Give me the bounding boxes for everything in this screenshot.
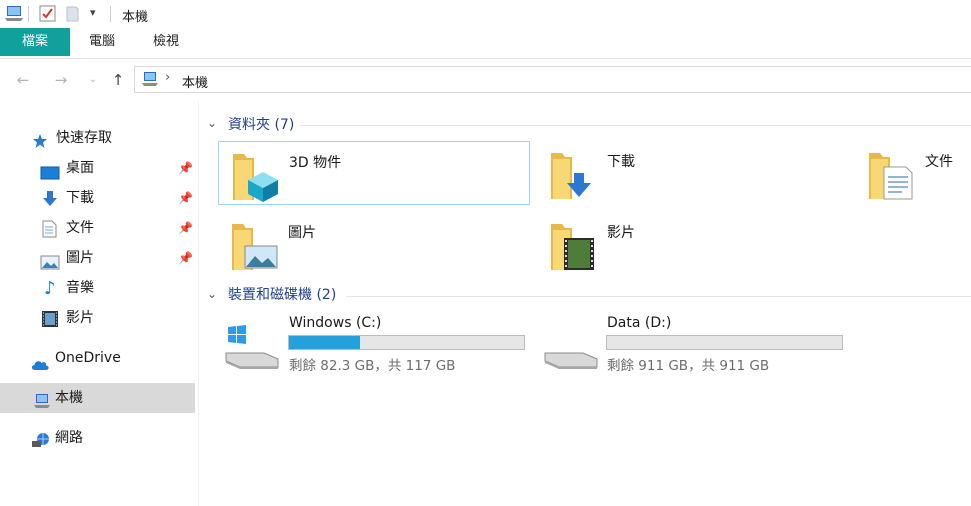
window-title: 本機	[122, 10, 149, 25]
cloud-icon	[30, 352, 50, 382]
this-pc-icon	[33, 390, 51, 420]
drive-tile-c[interactable]: Windows (C:) 剩餘 82.3 GB，共 117 GB	[218, 311, 530, 375]
pin-icon[interactable]: 📌	[178, 243, 193, 273]
sidebar-item-downloads[interactable]: 下載 📌	[0, 183, 195, 213]
drives-group-header[interactable]: 裝置和磁碟機 (2)	[228, 285, 336, 305]
divider	[300, 125, 971, 126]
up-arrow-icon[interactable]: ↑	[107, 68, 129, 92]
properties-icon[interactable]	[39, 5, 56, 26]
title-bar: ▾ 本機	[0, 0, 971, 28]
drive-usage-bar	[606, 335, 843, 350]
sidebar-item-quick-access[interactable]: 快速存取	[0, 123, 195, 153]
back-arrow-icon[interactable]: ←	[12, 68, 34, 92]
music-note-icon: ♪	[44, 278, 56, 299]
collapse-chevron-icon[interactable]: ⌄	[207, 287, 217, 301]
sidebar-item-label: 影片	[66, 310, 94, 326]
this-pc-icon	[4, 4, 24, 26]
pictures-folder-icon	[231, 220, 279, 276]
tab-view[interactable]: 檢視	[134, 28, 198, 56]
drive-usage-fill	[289, 336, 360, 349]
sidebar-item-label: 網路	[55, 430, 83, 446]
drive-tile-d[interactable]: Data (D:) 剩餘 911 GB，共 911 GB	[537, 311, 849, 375]
recent-locations-chevron-icon[interactable]: ⌄	[82, 68, 104, 92]
film-icon	[41, 309, 59, 339]
pin-icon[interactable]: 📌	[178, 183, 193, 213]
pin-icon[interactable]: 📌	[178, 213, 193, 243]
sidebar-item-videos[interactable]: 影片	[0, 303, 195, 333]
customize-toolbar-dropdown-icon[interactable]: ▾	[90, 6, 96, 19]
drive-icon	[543, 325, 599, 375]
folder-tile-documents[interactable]: 文件	[855, 141, 971, 205]
folders-group-header[interactable]: 資料夾 (7)	[228, 115, 294, 135]
sidebar-item-network[interactable]: 網路	[0, 423, 195, 453]
this-pc-icon	[141, 71, 159, 91]
folder-name: 圖片	[288, 225, 316, 241]
sidebar-item-label: 下載	[66, 190, 94, 206]
sidebar-item-label: OneDrive	[55, 350, 121, 366]
address-bar[interactable]: › 本機	[134, 66, 971, 93]
folder-tile-3d-objects[interactable]: 3D 物件	[218, 141, 530, 205]
folder-tile-downloads[interactable]: 下載	[537, 141, 849, 205]
folder-name: 影片	[607, 225, 635, 241]
forward-arrow-icon[interactable]: →	[50, 68, 72, 92]
divider	[346, 296, 971, 297]
chevron-right-icon[interactable]: ›	[165, 70, 170, 85]
separator	[28, 6, 29, 22]
sidebar-item-this-pc[interactable]: 本機	[0, 383, 195, 413]
ribbon-tabs: 檔案 電腦 檢視	[0, 28, 971, 59]
sidebar-item-label: 文件	[66, 220, 94, 236]
sidebar-item-label: 本機	[55, 390, 83, 406]
3d-objects-folder-icon	[232, 150, 280, 206]
folder-tile-pictures[interactable]: 圖片	[218, 212, 530, 276]
folder-name: 文件	[925, 154, 953, 170]
folder-name: 下載	[607, 154, 635, 170]
new-folder-icon[interactable]	[66, 5, 80, 26]
tab-computer[interactable]: 電腦	[70, 28, 134, 56]
pin-icon[interactable]: 📌	[178, 153, 193, 183]
sidebar-item-desktop[interactable]: 桌面 📌	[0, 153, 195, 183]
separator	[110, 6, 111, 22]
network-icon	[31, 430, 51, 460]
drive-free-space: 剩餘 82.3 GB，共 117 GB	[289, 358, 456, 374]
sidebar-item-pictures[interactable]: 圖片 📌	[0, 243, 195, 273]
breadcrumb-this-pc[interactable]: 本機	[182, 72, 208, 91]
sidebar-item-label: 快速存取	[56, 130, 112, 146]
navigation-pane: 快速存取 桌面 📌 下載 📌 文件 📌 圖片 📌 ♪ 音樂 影片 OneDriv…	[0, 101, 199, 506]
sidebar-item-onedrive[interactable]: OneDrive	[0, 343, 195, 373]
folder-name: 3D 物件	[289, 155, 342, 171]
sidebar-item-label: 桌面	[66, 160, 94, 176]
documents-folder-icon	[868, 149, 916, 205]
sidebar-item-label: 圖片	[66, 250, 94, 266]
downloads-folder-icon	[550, 149, 598, 205]
folder-tile-videos[interactable]: 影片	[537, 212, 849, 276]
drive-name: Data (D:)	[607, 315, 672, 331]
tab-file[interactable]: 檔案	[0, 28, 70, 56]
videos-folder-icon	[550, 220, 598, 276]
drive-name: Windows (C:)	[289, 315, 382, 331]
drive-free-space: 剩餘 911 GB，共 911 GB	[607, 358, 770, 374]
drive-usage-bar	[288, 335, 525, 350]
collapse-chevron-icon[interactable]: ⌄	[207, 116, 217, 130]
sidebar-item-music[interactable]: ♪ 音樂	[0, 273, 195, 303]
sidebar-item-label: 音樂	[66, 280, 94, 296]
windows-drive-icon	[224, 325, 280, 375]
sidebar-item-documents[interactable]: 文件 📌	[0, 213, 195, 243]
